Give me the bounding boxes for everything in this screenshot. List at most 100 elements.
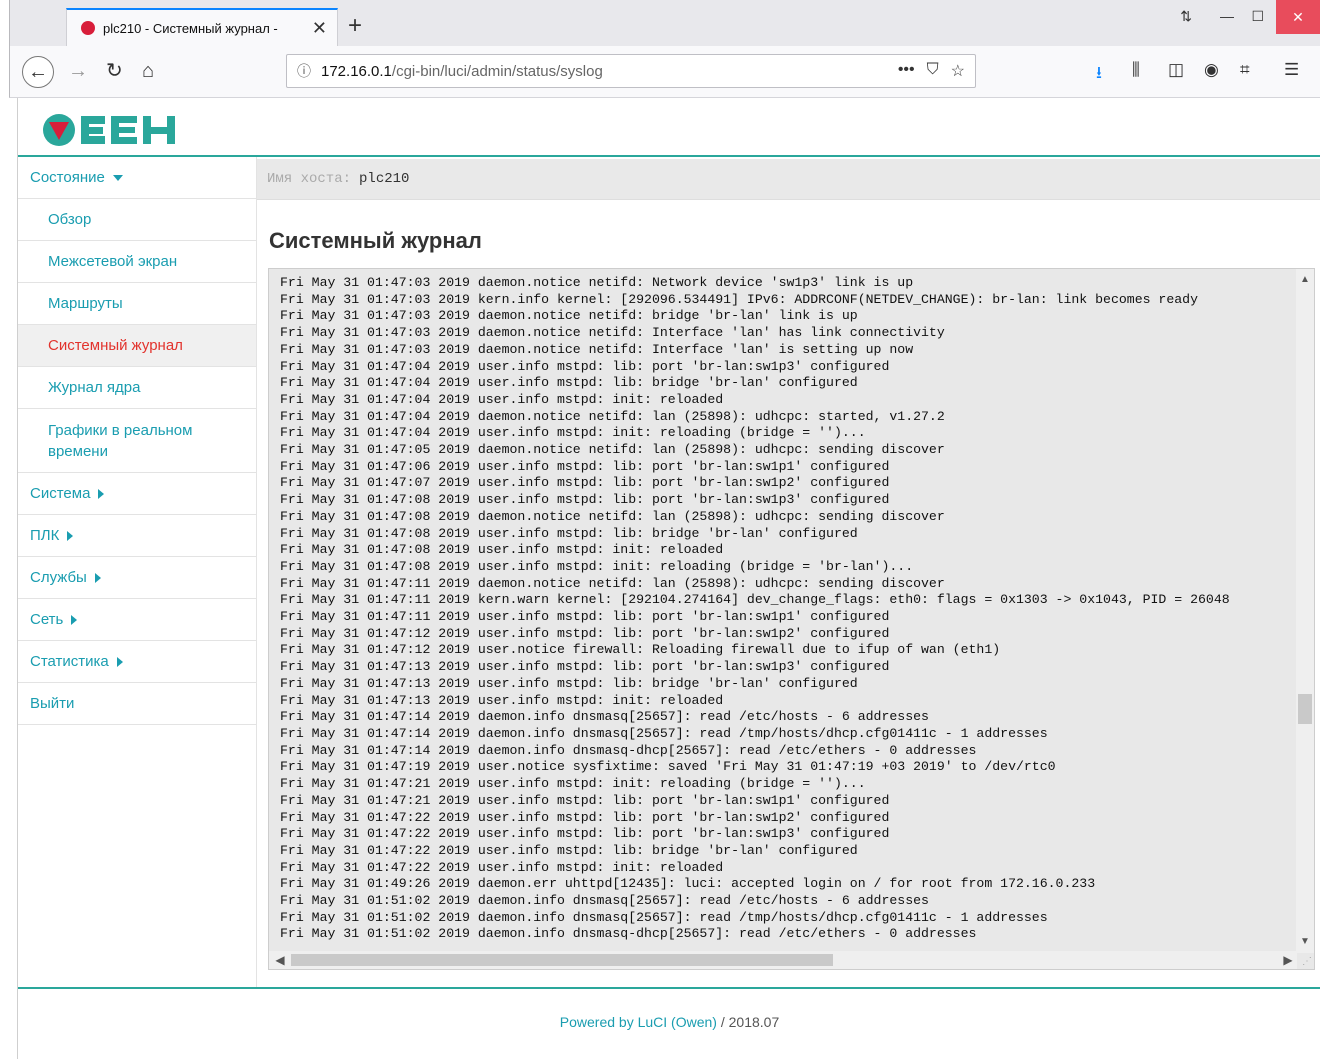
caret-right-icon [67,530,74,541]
log-line: Fri May 31 01:47:11 2019 daemon.notice n… [280,575,945,591]
log-line: Fri May 31 01:47:13 2019 user.info mstpd… [280,692,724,708]
sidebar-item-overview[interactable]: Обзор [18,199,256,241]
log-line: Fri May 31 01:47:14 2019 daemon.info dns… [280,709,929,725]
hostname-value: plc210 [359,171,410,187]
log-line: Fri May 31 01:47:04 2019 user.info mstpd… [280,358,890,374]
brand-logo[interactable] [41,110,191,150]
log-line: Fri May 31 01:47:14 2019 daemon.info dns… [280,725,1048,741]
sidebar-toggle-icon[interactable]: ◫ [1168,60,1184,80]
horizontal-scrollbar[interactable]: ◀ ▶ [269,951,1297,969]
maximize-icon[interactable]: ☐ [1251,8,1264,25]
log-line: Fri May 31 01:47:06 2019 user.info mstpd… [280,458,890,474]
sidebar-item-firewall[interactable]: Межсетевой экран [18,241,256,283]
resize-grip-icon[interactable]: ⋰ [1302,956,1312,967]
browser-tab[interactable]: plc210 - Системный журнал - ✕ [66,8,338,46]
sidebar-item-system[interactable]: Система [18,473,256,515]
browser-nav-bar: ← → ↻ ⌂ ⓘ 172.16.0.1/cgi-bin/luci/admin/… [9,46,1320,98]
window-close-icon[interactable]: ✕ [1276,0,1320,34]
log-line: Fri May 31 01:47:08 2019 daemon.notice n… [280,508,945,524]
page-title: Системный журнал [269,228,482,253]
sidebar-divider [256,157,257,987]
sidebar-item-plc[interactable]: ПЛК [18,515,256,557]
page: Состояние Обзор Межсетевой экран Маршрут… [17,98,1320,1059]
sidebar-item-label: Маршруты [48,295,123,312]
log-line: Fri May 31 01:47:13 2019 user.info mstpd… [280,659,890,675]
log-line: Fri May 31 01:47:14 2019 daemon.info dns… [280,742,977,758]
url-host: 172.16.0.1 [321,62,392,80]
new-tab-button[interactable]: + [348,14,362,38]
reload-icon[interactable]: ↻ [106,59,123,83]
sidebar-item-routes[interactable]: Маршруты [18,283,256,325]
back-icon[interactable]: ← [22,56,54,88]
home-icon[interactable]: ⌂ [142,59,154,83]
log-line: Fri May 31 01:51:02 2019 daemon.info dns… [280,926,977,942]
menu-icon[interactable]: ☰ [1284,60,1299,80]
owen-logo-icon [43,114,175,146]
syslog-content: Fri May 31 01:47:03 2019 daemon.notice n… [280,275,1290,945]
forward-icon[interactable]: → [68,59,88,83]
minimize-icon[interactable]: — [1220,8,1234,24]
sidebar-item-logout[interactable]: Выйти [18,683,256,725]
log-line: Fri May 31 01:47:03 2019 kern.info kerne… [280,291,1198,307]
sidebar-item-label: Статистика [30,653,109,670]
page-actions-icon[interactable]: ••• [898,61,915,81]
scroll-left-icon[interactable]: ◀ [271,951,289,969]
sidebar-item-label: Обзор [48,211,92,228]
horizontal-scroll-thumb[interactable] [291,954,833,966]
scroll-right-icon[interactable]: ▶ [1279,951,1297,969]
log-line: Fri May 31 01:47:03 2019 daemon.notice n… [280,275,914,290]
downloads-icon[interactable]: ⭳ [1096,60,1102,89]
address-bar[interactable]: ⓘ 172.16.0.1/cgi-bin/luci/admin/status/s… [286,54,976,88]
sidebar-item-statistics[interactable]: Статистика [18,641,256,683]
sidebar: Состояние Обзор Межсетевой экран Маршрут… [18,157,256,725]
sidebar-item-status[interactable]: Состояние [18,157,256,199]
site-info-icon[interactable]: ⓘ [297,61,311,81]
sidebar-item-realtime-graphs[interactable]: Графики в реальном времени [18,409,256,473]
sidebar-item-label: Межсетевой экран [48,253,178,270]
sidebar-item-label: Журнал ядра [48,379,141,396]
log-line: Fri May 31 01:47:22 2019 user.info mstpd… [280,826,890,842]
account-icon[interactable]: ◉ [1204,60,1219,80]
sidebar-item-label: Выйти [30,695,75,712]
log-line: Fri May 31 01:47:05 2019 daemon.notice n… [280,442,945,458]
log-line: Fri May 31 01:47:13 2019 user.info mstpd… [280,675,858,691]
log-line: Fri May 31 01:47:08 2019 user.info mstpd… [280,558,914,574]
screenshot-icon[interactable]: ⌗ [1240,60,1250,80]
sidebar-item-services[interactable]: Службы [18,557,256,599]
sidebar-item-network[interactable]: Сеть [18,599,256,641]
sidebar-item-label: Система [30,485,91,502]
sidebar-item-syslog[interactable]: Системный журнал [18,325,256,367]
scroll-up-icon[interactable]: ▲ [1296,271,1314,289]
tab-close-icon[interactable]: ✕ [312,18,327,39]
sidebar-item-kernel-log[interactable]: Журнал ядра [18,367,256,409]
caret-right-icon [116,656,123,667]
pocket-icon[interactable]: ⛉ [927,61,939,81]
overflow-tabs-icon[interactable]: ⇅ [1180,8,1192,25]
log-line: Fri May 31 01:47:21 2019 user.info mstpd… [280,776,866,792]
log-line: Fri May 31 01:47:11 2019 kern.warn kerne… [280,592,1230,608]
log-line: Fri May 31 01:47:22 2019 user.info mstpd… [280,842,858,858]
caret-right-icon [71,614,78,625]
vertical-scrollbar[interactable]: ▲ ▼ [1296,269,1314,953]
log-line: Fri May 31 01:49:26 2019 daemon.err uhtt… [280,876,1096,892]
caret-down-icon [112,174,123,181]
footer-divider [18,987,1320,989]
vertical-scroll-thumb[interactable] [1298,694,1312,724]
url-path: /cgi-bin/luci/admin/status/syslog [391,62,603,80]
library-icon[interactable]: ⫼ [1132,60,1140,80]
log-line: Fri May 31 01:47:08 2019 user.info mstpd… [280,492,890,508]
bookmark-star-icon[interactable]: ☆ [951,61,965,81]
footer-version: / 2018.07 [716,1014,780,1030]
log-line: Fri May 31 01:47:03 2019 daemon.notice n… [280,341,914,357]
log-line: Fri May 31 01:47:11 2019 user.info mstpd… [280,609,890,625]
syslog-textarea[interactable]: Fri May 31 01:47:03 2019 daemon.notice n… [268,268,1315,970]
tab-title: plc210 - Системный журнал - [103,20,278,36]
luci-link[interactable]: Powered by LuCI (Owen) [560,1014,717,1030]
log-line: Fri May 31 01:51:02 2019 daemon.info dns… [280,893,929,909]
scroll-down-icon[interactable]: ▼ [1296,933,1314,951]
footer: Powered by LuCI (Owen) / 2018.07 [18,1014,1320,1030]
log-line: Fri May 31 01:47:03 2019 daemon.notice n… [280,325,945,341]
browser-tab-bar: plc210 - Системный журнал - ✕ + ⇅ — ☐ ✕ [9,0,1320,46]
log-line: Fri May 31 01:47:12 2019 user.notice fir… [280,642,1001,658]
caret-right-icon [98,488,105,499]
